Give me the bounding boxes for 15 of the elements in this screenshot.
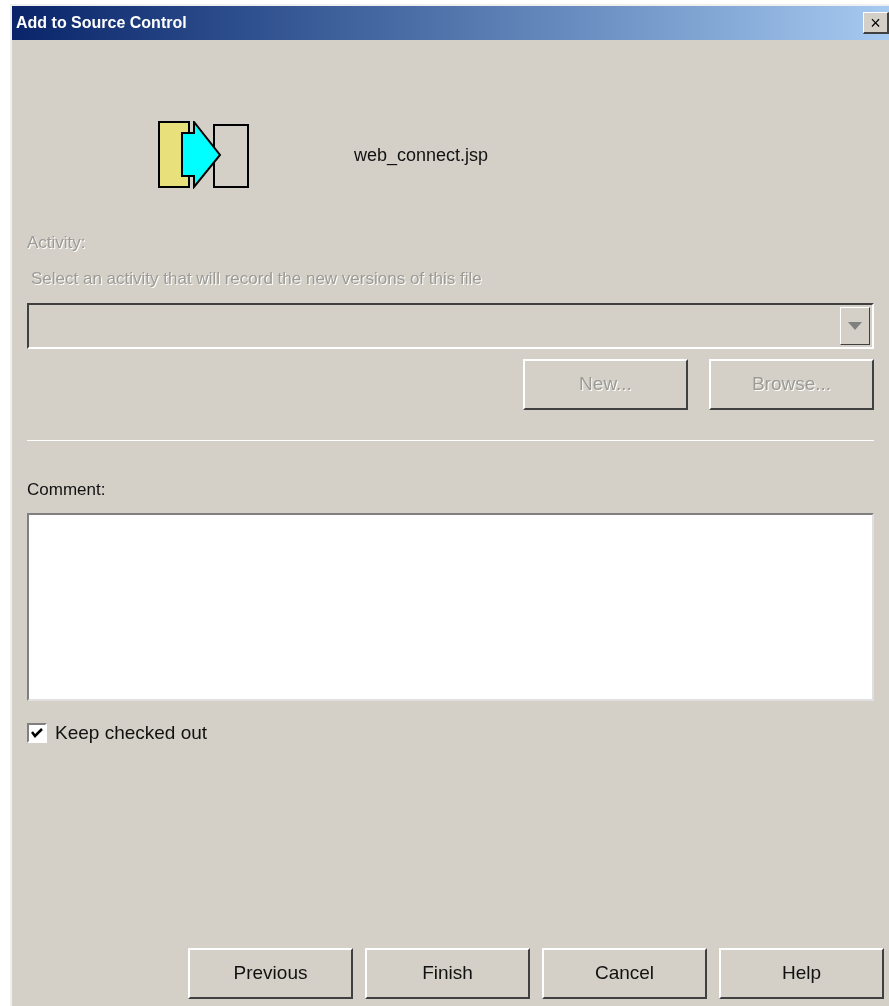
file-name: web_connect.jsp — [354, 143, 489, 168]
activity-label: Activity: — [27, 232, 87, 254]
dialog-button[interactable]: Help — [719, 948, 884, 999]
close-button[interactable]: × — [863, 12, 889, 34]
comment-label: Comment: — [27, 479, 107, 501]
comment-field[interactable] — [27, 512, 874, 701]
activity-hint: Select an activity that will record the new versions of this file — [31, 267, 483, 290]
window-title: Add to Source Control — [16, 13, 187, 33]
dialog-button[interactable]: Cancel — [542, 948, 707, 999]
checkbox[interactable] — [27, 722, 47, 743]
checkmark-icon — [31, 727, 43, 738]
dialog-button[interactable]: Finish — [365, 948, 530, 999]
checkbox-label: Keep checked out — [55, 720, 208, 745]
dialog-button[interactable]: Previous — [188, 948, 353, 999]
file-transfer-icon — [158, 121, 250, 189]
